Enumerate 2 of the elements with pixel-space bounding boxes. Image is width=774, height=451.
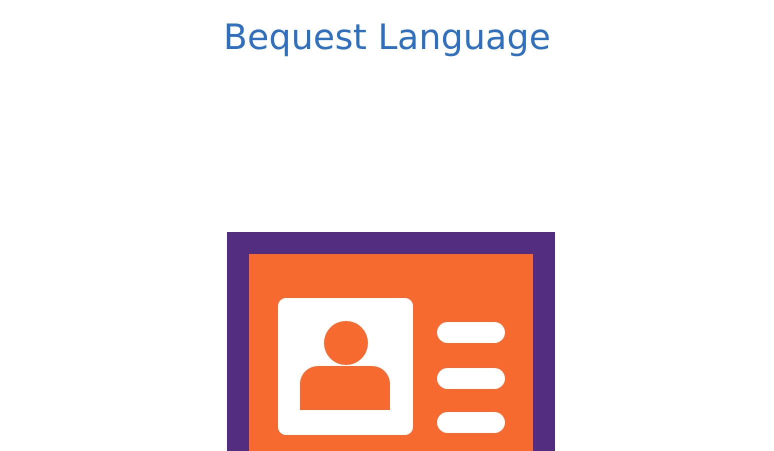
page-title: Bequest Language xyxy=(223,17,551,60)
id-card-icon xyxy=(227,232,555,451)
